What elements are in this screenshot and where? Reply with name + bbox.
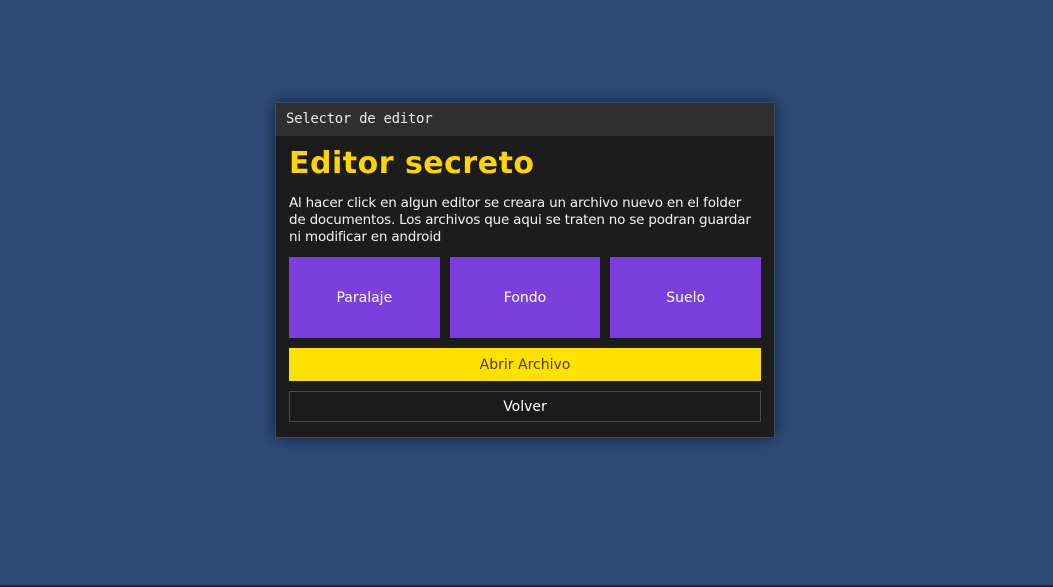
fondo-editor-button[interactable]: Fondo xyxy=(449,257,601,338)
open-file-button[interactable]: Abrir Archivo xyxy=(289,348,761,381)
back-label: Volver xyxy=(503,398,547,415)
suelo-editor-button[interactable]: Suelo xyxy=(610,257,762,338)
editor-selector-dialog: Selector de editor Editor secreto Al hac… xyxy=(275,102,775,438)
dialog-heading: Editor secreto xyxy=(289,146,535,181)
dialog-content: Editor secreto Al hacer click en algun e… xyxy=(276,136,774,422)
dialog-description: Al hacer click en algun editor se creara… xyxy=(289,195,751,245)
dialog-titlebar: Selector de editor xyxy=(276,103,774,136)
open-file-label: Abrir Archivo xyxy=(479,356,571,373)
suelo-editor-label: Suelo xyxy=(666,289,706,306)
paralaje-editor-button[interactable]: Paralaje xyxy=(289,257,440,338)
fondo-editor-label: Fondo xyxy=(503,289,547,306)
back-button[interactable]: Volver xyxy=(289,391,761,422)
editor-buttons-row: Paralaje Fondo Suelo xyxy=(289,257,762,338)
dialog-title: Selector de editor xyxy=(286,111,433,127)
paralaje-editor-label: Paralaje xyxy=(336,289,393,306)
